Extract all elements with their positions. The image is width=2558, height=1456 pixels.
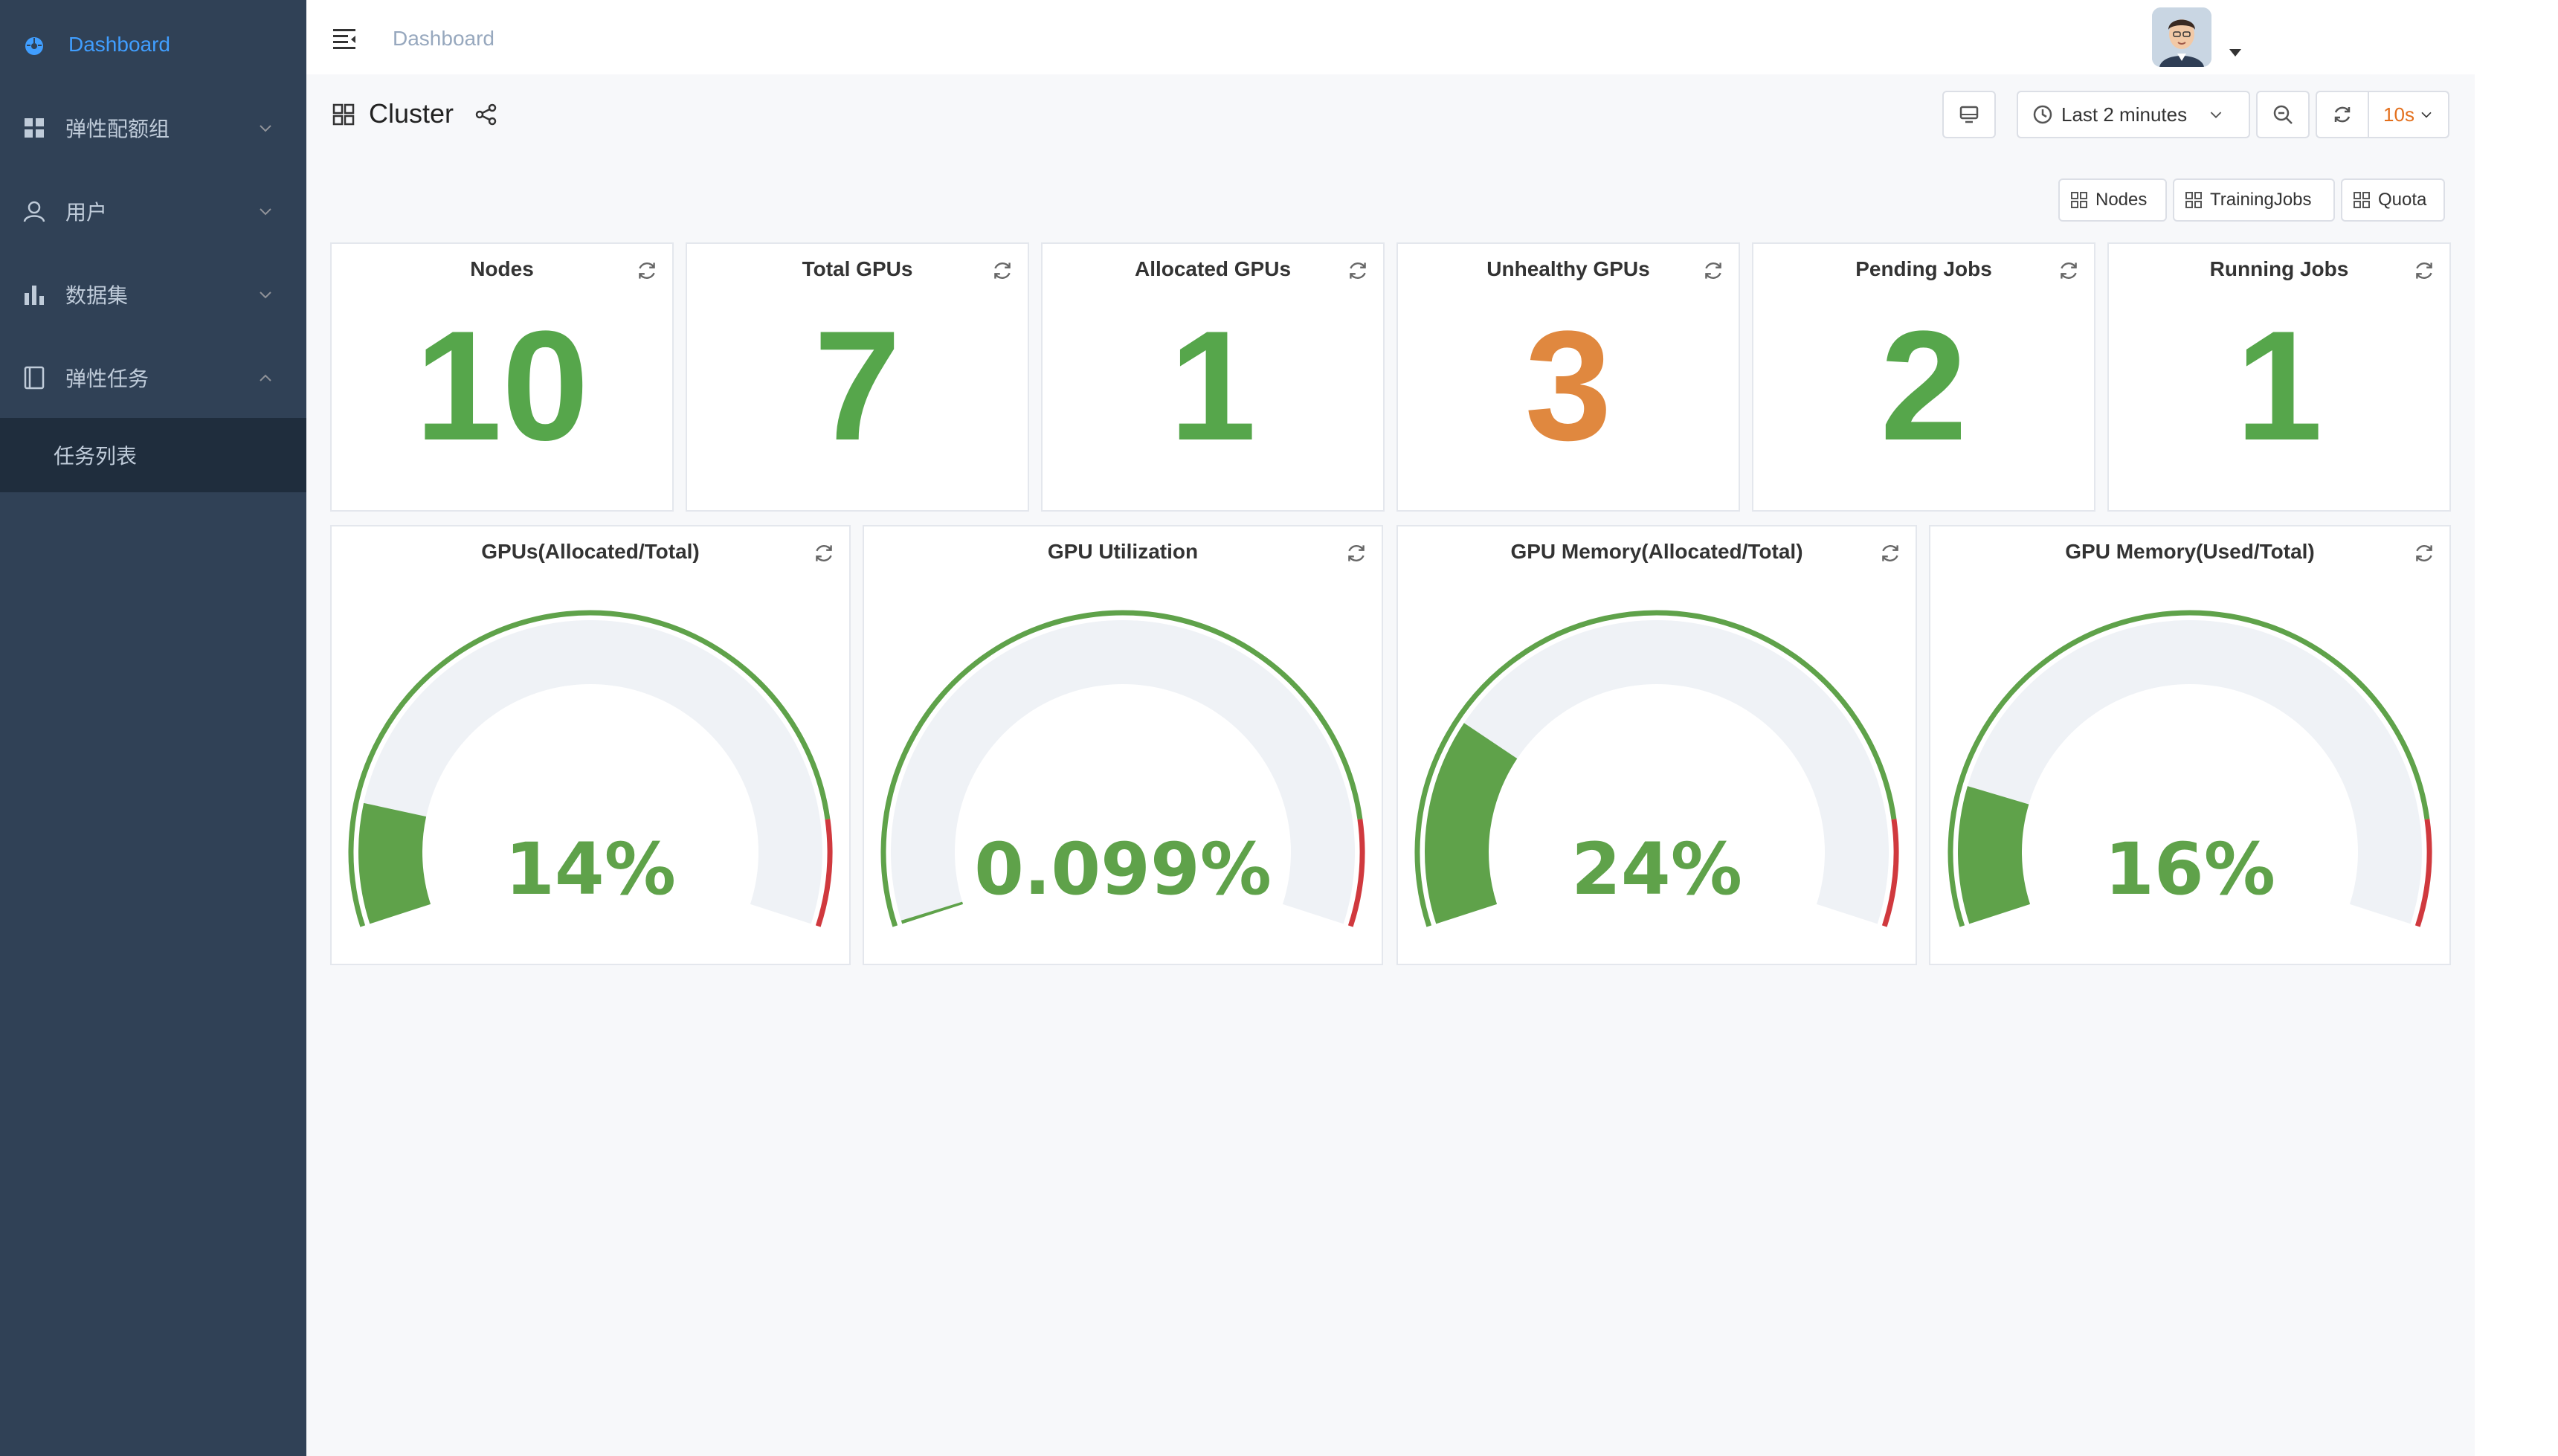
chevron-down-icon <box>257 120 274 136</box>
refresh-icon[interactable] <box>1701 259 1725 283</box>
refresh-icon[interactable] <box>635 259 659 283</box>
sidebar-subitem-job-list[interactable]: 任务列表 <box>0 418 306 492</box>
gauge-panel-gpus-allocated: GPUs(Allocated/Total) 14% <box>330 525 851 965</box>
tv-mode-button[interactable] <box>1942 91 1996 138</box>
avatar-dropdown-caret-icon[interactable] <box>2229 49 2241 57</box>
stat-value: 1 <box>1169 298 1257 473</box>
sidebar-item-label: 弹性配额组 <box>65 117 170 141</box>
stat-panel-nodes: Nodes 10 <box>330 242 674 512</box>
stat-value: 1 <box>2235 298 2323 473</box>
dashboard-grid-icon <box>332 103 355 126</box>
chevron-down-icon <box>2210 112 2222 118</box>
panel-title: Allocated GPUs <box>1134 257 1292 280</box>
link-trainingjobs-button[interactable]: TrainingJobs <box>2173 178 2335 222</box>
dashboard-grid-icon <box>2071 192 2087 208</box>
clock-icon <box>2033 105 2052 124</box>
topbar: Dashboard <box>306 0 2558 75</box>
bar-chart-icon <box>22 283 46 306</box>
dashboard-grid-icon <box>2354 192 2370 208</box>
chevron-up-icon <box>257 370 274 386</box>
sidebar-item-quota-groups[interactable]: 弹性配额组 <box>0 86 306 170</box>
gauge-value-label: 16% <box>2104 828 2275 911</box>
sidebar-item-datasets[interactable]: 数据集 <box>0 253 306 336</box>
sidebar: Dashboard 弹性配额组 用户 数据集 弹性任务 任务列表 <box>0 0 306 1456</box>
refresh-icon[interactable] <box>2412 259 2436 283</box>
link-label: Nodes <box>2095 190 2148 210</box>
user-icon <box>22 199 46 223</box>
refresh-icon[interactable] <box>1346 259 1370 283</box>
monitor-icon <box>1959 106 1979 123</box>
chevron-down-icon <box>257 286 274 303</box>
link-label: TrainingJobs <box>2210 190 2312 210</box>
gauge-value-label: 24% <box>1571 828 1742 911</box>
panel-title: Pending Jobs <box>1855 257 1992 280</box>
link-nodes-button[interactable]: Nodes <box>2058 178 2167 222</box>
sidebar-item-label: 弹性任务 <box>65 367 149 390</box>
time-range-label: Last 2 minutes <box>2061 103 2188 126</box>
panel-title: Running Jobs <box>2209 257 2349 280</box>
stat-value: 7 <box>814 298 901 473</box>
panel-title: Nodes <box>470 257 534 280</box>
hamburger-menu-icon[interactable] <box>332 25 357 51</box>
breadcrumb[interactable]: Dashboard <box>393 27 494 51</box>
gauge: 24% <box>1414 610 1899 927</box>
link-quota-button[interactable]: Quota <box>2341 178 2445 222</box>
panel-title: Total GPUs <box>802 257 913 280</box>
sidebar-item-label: 数据集 <box>65 284 129 307</box>
refresh-button[interactable] <box>2316 91 2369 138</box>
gauge: 16% <box>1948 610 2432 927</box>
sidebar-item-dashboard[interactable]: Dashboard <box>0 3 306 86</box>
sidebar-item-label: Dashboard <box>68 33 170 56</box>
avatar[interactable] <box>2152 7 2211 67</box>
time-range-picker[interactable]: Last 2 minutes <box>2017 91 2250 138</box>
sidebar-item-elastic-jobs[interactable]: 弹性任务 <box>0 336 306 419</box>
grid-icon <box>22 116 46 140</box>
zoom-out-button[interactable] <box>2256 91 2310 138</box>
panel-title: Unhealthy GPUs <box>1486 257 1650 280</box>
gauge: 14% <box>348 610 833 927</box>
sidebar-item-label: 用户 <box>65 201 108 224</box>
stat-panel-allocated-gpus: Allocated GPUs 1 <box>1041 242 1385 512</box>
stat-value: 10 <box>415 298 589 473</box>
link-label: Quota <box>2378 190 2427 210</box>
refresh-interval-picker[interactable]: 10s <box>2368 91 2449 138</box>
gauge-panel-gpu-memory-allocated: GPU Memory(Allocated/Total) 24% <box>1396 525 1917 965</box>
stat-panel-pending-jobs: Pending Jobs 2 <box>1752 242 2095 512</box>
gauge-panel-gpu-memory-used: GPU Memory(Used/Total) 16% <box>1929 525 2451 965</box>
refresh-icon[interactable] <box>2057 259 2081 283</box>
dashboard-icon <box>22 33 46 57</box>
chevron-down-icon <box>2421 112 2432 118</box>
sidebar-subitem-label: 任务列表 <box>54 445 138 468</box>
dashboard-grid-icon <box>2185 192 2202 208</box>
sidebar-item-users[interactable]: 用户 <box>0 170 306 253</box>
gauge-value-label: 0.099% <box>974 828 1272 911</box>
page-title: Cluster <box>369 98 454 129</box>
tablet-icon <box>22 366 46 390</box>
zoom-out-icon <box>2273 105 2293 124</box>
share-icon[interactable] <box>474 103 498 126</box>
stat-value: 3 <box>1524 298 1612 473</box>
chevron-down-icon <box>257 203 274 219</box>
stat-panel-total-gpus: Total GPUs 7 <box>686 242 1029 512</box>
stat-value: 2 <box>1880 298 1968 473</box>
gauge: 0.099% <box>880 610 1365 927</box>
gauge-panel-gpu-utilization: GPU Utilization 0.099% <box>863 525 1383 965</box>
stat-panel-running-jobs: Running Jobs 1 <box>2107 242 2451 512</box>
scroll-gutter <box>2475 74 2558 1456</box>
gauge-value-label: 14% <box>505 828 676 911</box>
refresh-interval-label: 10s <box>2383 103 2414 126</box>
gauge-value-arc <box>1958 786 2031 924</box>
stat-panel-unhealthy-gpus: Unhealthy GPUs 3 <box>1396 242 1740 512</box>
gauge-value-arc <box>358 802 431 924</box>
refresh-icon[interactable] <box>990 259 1014 283</box>
refresh-icon <box>2334 106 2351 123</box>
